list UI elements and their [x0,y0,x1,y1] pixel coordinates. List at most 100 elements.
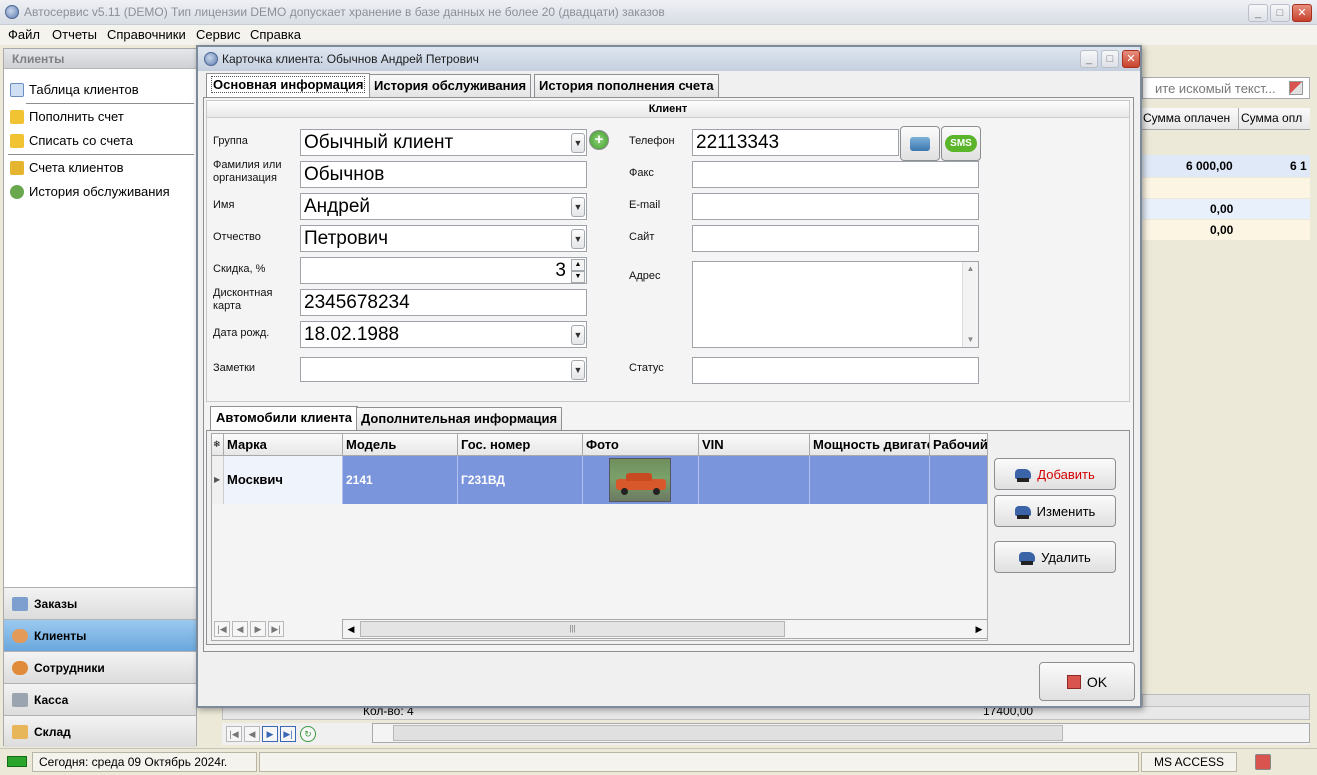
fax-label: Факс [629,167,654,179]
search-input[interactable]: ите искомый текст... [1142,77,1310,99]
lastname-field[interactable]: Обычнов [300,161,587,188]
tab-main-info[interactable]: Основная информация [206,73,371,98]
fax-field[interactable] [692,161,979,188]
email-field[interactable] [692,193,979,220]
section-cashbox[interactable]: Касса [4,683,196,715]
nav-service-history[interactable]: История обслуживания [10,184,170,199]
spin-up-icon[interactable]: ▲ [571,259,585,271]
scroll-up-icon[interactable]: ▲ [963,262,978,276]
last-record-icon[interactable]: ▶| [280,726,296,742]
col-work[interactable]: Рабочий [930,434,987,456]
nav-client-accounts[interactable]: Счета клиентов [10,160,124,175]
col-photo[interactable]: Фото [583,434,699,456]
cell-photo[interactable] [583,456,699,504]
left-panel-header: Клиенты [4,49,196,69]
dialog-minimize-button[interactable]: _ [1080,50,1098,68]
group-select[interactable]: Обычный клиент ▼ [300,129,587,156]
firstname-field[interactable]: Андрей ▼ [300,193,587,220]
bg-grid-row[interactable]: 0,00 [1140,199,1310,219]
chevron-down-icon[interactable]: ▼ [571,197,585,217]
prev-record-icon[interactable]: ◀ [232,621,248,637]
col-model[interactable]: Модель [343,434,458,456]
clients-icon [12,628,28,643]
tab-topup-history[interactable]: История пополнения счета [534,74,719,98]
sms-button[interactable]: SMS [941,126,981,161]
close-button[interactable]: ✕ [1292,4,1312,22]
cell-plate[interactable]: Г231ВД [458,456,583,504]
menu-directories[interactable]: Справочники [107,27,186,42]
next-record-icon[interactable]: ▶ [250,621,266,637]
bg-horizontal-scrollbar[interactable] [372,723,1310,743]
delete-car-button[interactable]: Удалить [994,541,1116,573]
first-record-icon[interactable]: |◀ [214,621,230,637]
address-scrollbar[interactable]: ▲ ▼ [962,262,978,347]
cell-brand[interactable]: Москвич [224,456,343,504]
col-power[interactable]: Мощность двигателя [810,434,930,456]
bg-grid-row[interactable] [1140,178,1310,198]
menu-service[interactable]: Сервис [196,27,241,42]
dialog-title: Карточка клиента: Обычнов Андрей Петрови… [222,52,479,66]
chevron-down-icon[interactable]: ▼ [571,360,585,380]
scroll-thumb[interactable] [393,725,1063,741]
nav-topup-account[interactable]: Пополнить счет [10,109,124,124]
site-field[interactable] [692,225,979,252]
col-vin[interactable]: VIN [699,434,810,456]
section-clients[interactable]: Клиенты [4,619,196,651]
next-record-icon[interactable]: ▶ [262,726,278,742]
edit-car-button[interactable]: Изменить [994,495,1116,527]
tab-additional-info[interactable]: Дополнительная информация [356,407,563,431]
coins-icon [10,160,24,175]
bg-grid-row[interactable]: 6 000,00 6 1 [1140,155,1310,177]
scroll-left-icon[interactable]: ◀ [344,621,358,637]
menu-reports[interactable]: Отчеты [52,27,97,42]
address-textarea[interactable]: ▲ ▼ [692,261,979,348]
call-button[interactable] [900,126,940,161]
col-plate[interactable]: Гос. номер [458,434,583,456]
section-employees[interactable]: Сотрудники [4,651,196,683]
clear-search-icon[interactable] [1289,81,1303,95]
prev-record-icon[interactable]: ◀ [244,726,260,742]
minimize-button[interactable]: _ [1248,4,1268,22]
discount-card-field[interactable]: 2345678234 [300,289,587,316]
patronymic-field[interactable]: Петрович ▼ [300,225,587,252]
menu-file[interactable]: Файл [8,27,40,42]
section-orders[interactable]: Заказы [4,587,196,619]
cell-work[interactable] [930,456,987,504]
ok-button[interactable]: OK [1039,662,1135,701]
birthdate-picker[interactable]: 18.02.1988 ▼ [300,321,587,348]
last-record-icon[interactable]: ▶| [268,621,284,637]
add-car-button[interactable]: Добавить [994,458,1116,490]
notes-field[interactable]: ▼ [300,357,587,382]
table-icon [10,82,24,97]
cell-model[interactable]: 2141 [343,456,458,504]
discount-stepper[interactable]: 3 ▲ ▼ [300,257,587,284]
scroll-down-icon[interactable]: ▼ [963,333,978,347]
chevron-down-icon[interactable]: ▼ [571,325,585,345]
refresh-icon[interactable]: ↻ [300,726,316,742]
phone-field[interactable]: 22113343 [692,129,899,156]
spin-down-icon[interactable]: ▼ [571,271,585,283]
add-group-button[interactable]: + [589,130,609,150]
menu-help[interactable]: Справка [250,27,301,42]
tab-service-history[interactable]: История обслуживания [369,74,532,98]
bg-grid-row[interactable]: 0,00 [1140,220,1310,240]
nav-withdraw-account[interactable]: Списать со счета [10,133,133,148]
status-field[interactable] [692,357,979,384]
chevron-down-icon[interactable]: ▼ [571,133,585,153]
scroll-right-icon[interactable]: ▶ [972,621,986,637]
cars-horizontal-scrollbar[interactable]: ◀ ||| ▶ [342,619,987,639]
maximize-button[interactable]: □ [1270,4,1290,22]
dialog-close-button[interactable]: ✕ [1122,50,1140,68]
first-record-icon[interactable]: |◀ [226,726,242,742]
chevron-down-icon[interactable]: ▼ [571,229,585,249]
dialog-maximize-button[interactable]: □ [1101,50,1119,68]
cashbox-icon [12,692,28,707]
col-brand[interactable]: Марка [224,434,343,456]
nav-clients-table[interactable]: Таблица клиентов [10,82,139,97]
bg-grid-footer: Кол-во: 4 17400,00 [222,706,1310,720]
cell-power[interactable] [810,456,930,504]
tab-client-cars[interactable]: Автомобили клиента [210,406,359,431]
scroll-thumb[interactable]: ||| [360,621,785,637]
cell-vin[interactable] [699,456,810,504]
section-warehouse[interactable]: Склад [4,715,196,747]
